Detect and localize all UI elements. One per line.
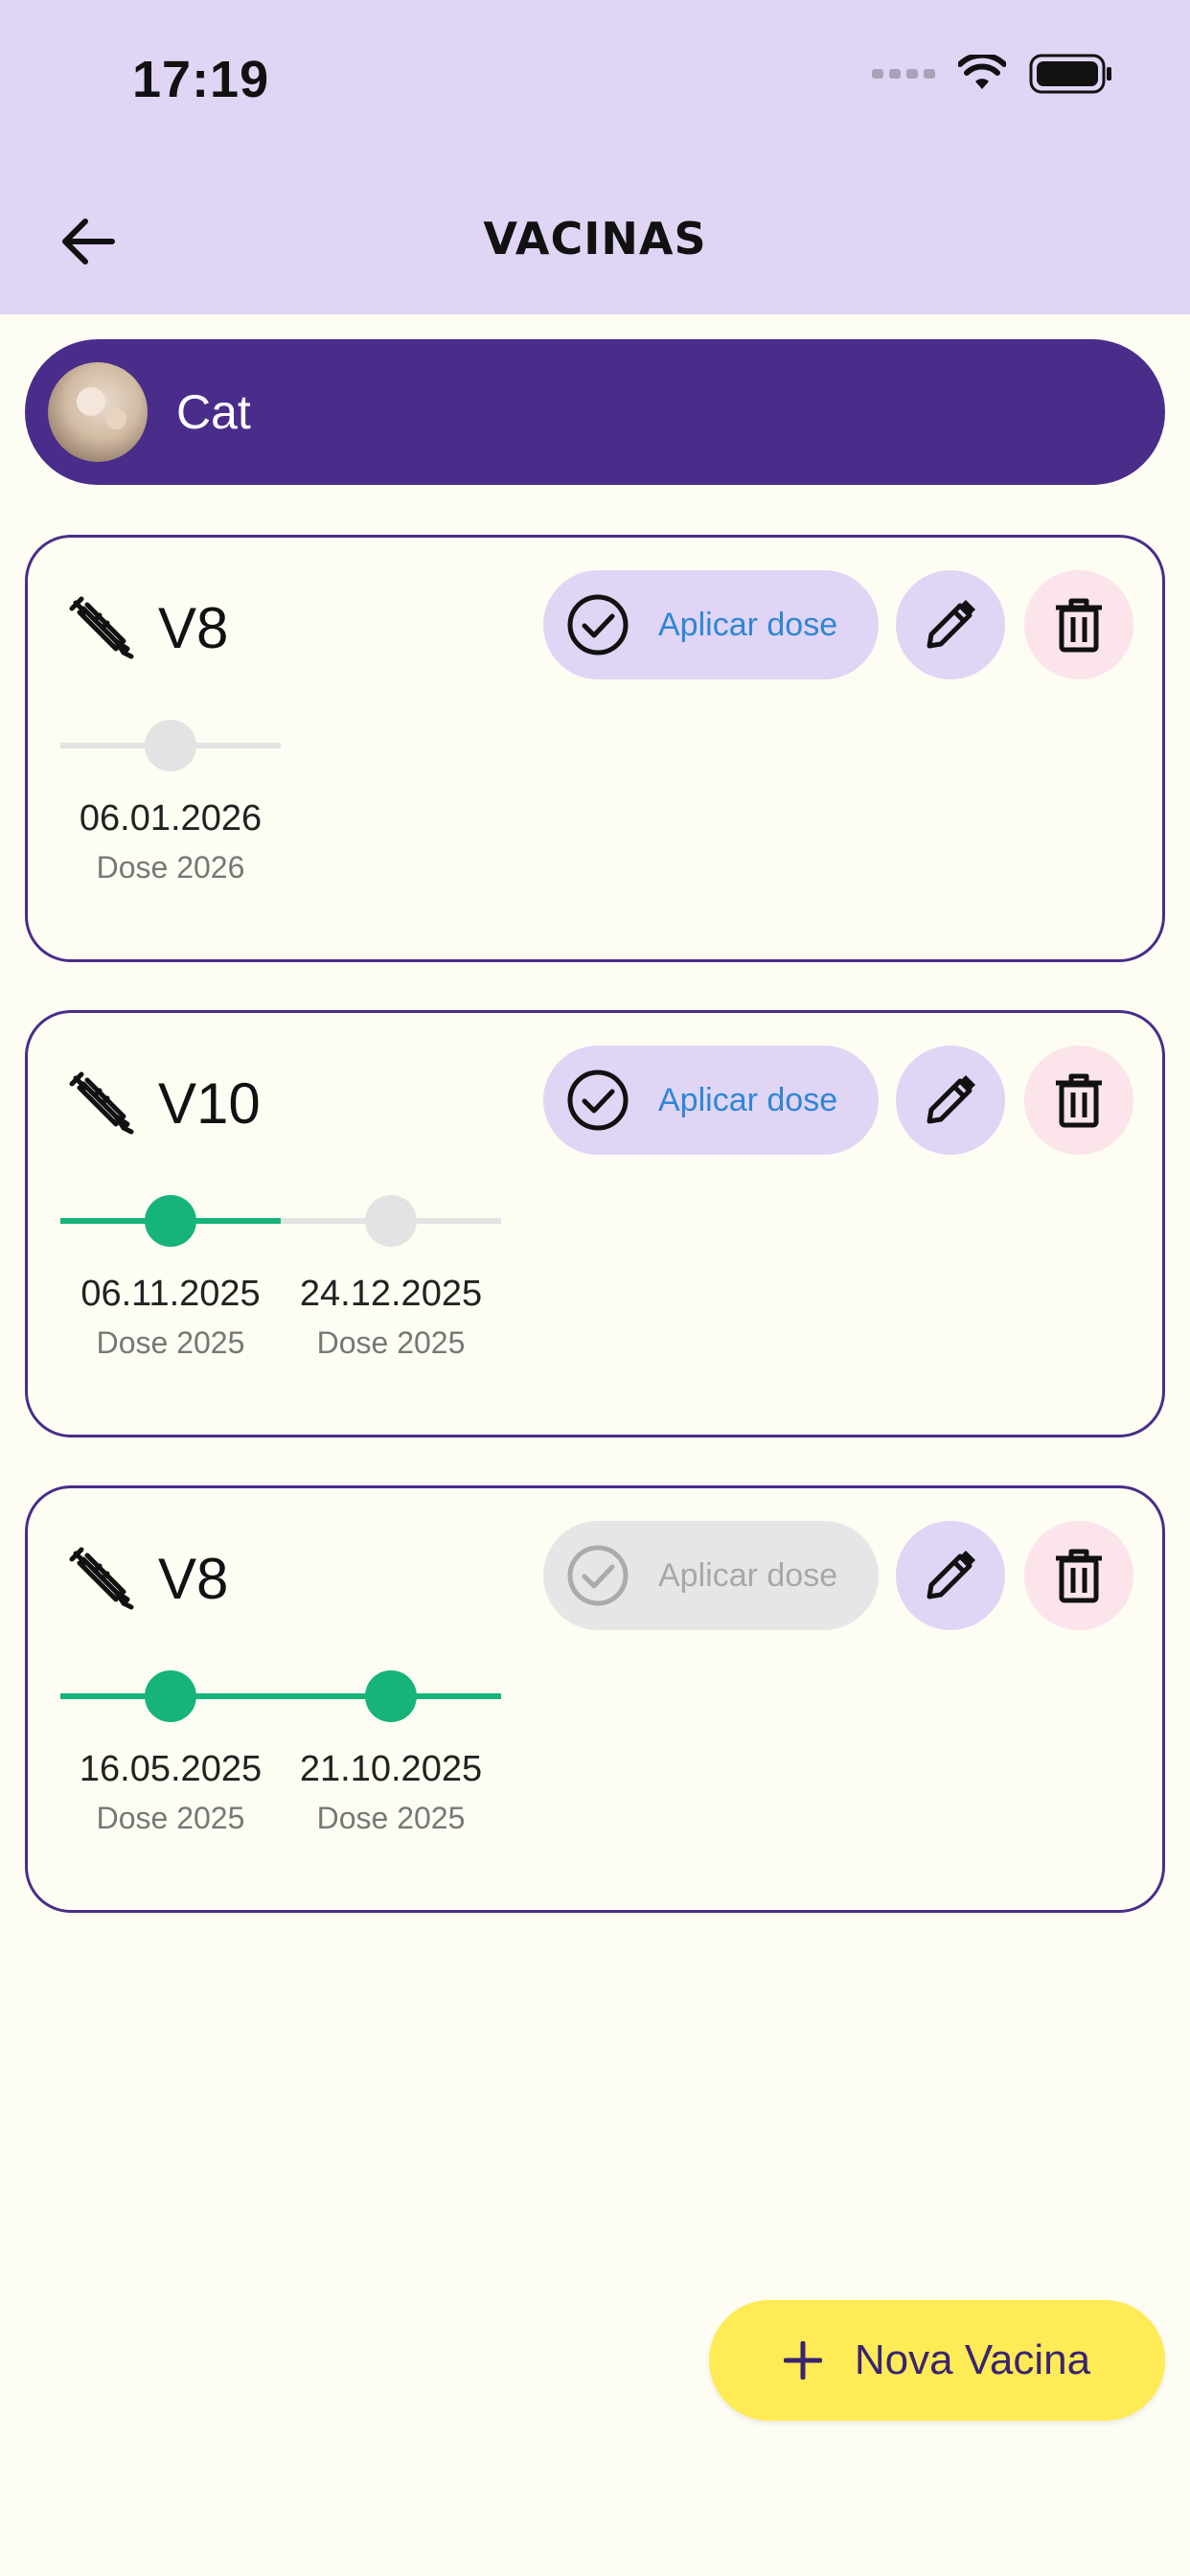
wifi-icon	[958, 55, 1006, 89]
vaccine-name: V8	[158, 1547, 229, 1611]
trash-icon	[1056, 1549, 1102, 1603]
new-vaccine-label: Nova Vacina	[854, 2336, 1091, 2383]
pet-selector[interactable]: Cat	[25, 339, 1165, 485]
vaccine-card: V8 Aplicar dose	[25, 535, 1165, 962]
page-title: VACINAS	[483, 213, 707, 264]
app-bar: 17:19 VACINAS	[0, 0, 1190, 314]
apply-dose-label: Aplicar dose	[658, 1081, 838, 1118]
pencil-icon	[927, 600, 975, 649]
trash-icon	[1056, 598, 1102, 653]
battery-icon	[1029, 54, 1111, 94]
dose-label: Dose 2026	[96, 850, 245, 885]
dose-timeline: 06.01.2026 Dose 2026	[28, 720, 1162, 934]
check-circle-icon	[567, 594, 629, 656]
dose-label: Dose 2025	[96, 1801, 245, 1835]
plus-icon	[783, 2341, 822, 2380]
dose-date: 21.10.2025	[299, 1749, 483, 1789]
new-vaccine-button[interactable]: Nova Vacina	[709, 2300, 1165, 2421]
dose-date: 06.11.2025	[80, 1274, 261, 1314]
dose-date: 24.12.2025	[299, 1274, 483, 1314]
syringe-icon	[69, 1547, 134, 1610]
status-icons	[872, 54, 1113, 94]
status-time: 17:19	[132, 51, 270, 108]
vaccine-card-header: V8 Aplicar dose	[28, 1488, 1162, 1665]
pencil-icon	[927, 1075, 975, 1124]
dose-label: Dose 2025	[316, 1325, 466, 1360]
edit-button[interactable]	[896, 1521, 1005, 1630]
dose-dot-applied	[145, 1195, 196, 1247]
apply-dose-label: Aplicar dose	[658, 606, 838, 643]
apply-dose-button-disabled: Aplicar dose	[543, 1521, 879, 1630]
apply-dose-button[interactable]: Aplicar dose	[543, 1046, 879, 1155]
pencil-icon	[927, 1551, 975, 1599]
pet-avatar	[48, 362, 148, 462]
delete-button[interactable]	[1024, 1521, 1133, 1630]
dose-dot-pending	[145, 720, 196, 771]
cellular-signal-icon	[872, 69, 935, 79]
vaccine-name: V8	[158, 596, 229, 660]
edit-button[interactable]	[896, 570, 1005, 679]
apply-dose-label: Aplicar dose	[658, 1556, 838, 1594]
vaccine-card-header: V10 Aplicar dose	[28, 1013, 1162, 1189]
vaccine-name: V10	[158, 1071, 261, 1136]
dose-date: 16.05.2025	[79, 1749, 263, 1789]
vaccine-card: V10 Aplicar dose 06.11.2025 Dose 2025 24…	[25, 1010, 1165, 1438]
screen: 17:19 VACINAS Cat V8 Aplicar dose 06.01.…	[0, 0, 1190, 2576]
edit-button[interactable]	[896, 1046, 1005, 1155]
pet-name: Cat	[176, 385, 251, 439]
check-circle-icon	[567, 1070, 629, 1131]
dose-dot-pending	[365, 1195, 417, 1247]
vaccine-card-header: V8 Aplicar dose	[28, 538, 1162, 714]
delete-button[interactable]	[1024, 570, 1133, 679]
syringe-icon	[69, 596, 134, 659]
trash-icon	[1056, 1073, 1102, 1128]
dose-timeline: 16.05.2025 Dose 2025 21.10.2025 Dose 202…	[28, 1670, 1162, 1885]
dose-date: 06.01.2026	[79, 798, 263, 839]
dose-dot-applied	[365, 1670, 417, 1722]
dose-label: Dose 2025	[316, 1801, 466, 1835]
apply-dose-button[interactable]: Aplicar dose	[543, 570, 879, 679]
dose-timeline: 06.11.2025 Dose 2025 24.12.2025 Dose 202…	[28, 1195, 1162, 1410]
delete-button[interactable]	[1024, 1046, 1133, 1155]
dose-dot-applied	[145, 1670, 196, 1722]
syringe-icon	[69, 1071, 134, 1135]
check-circle-icon	[567, 1545, 629, 1606]
dose-label: Dose 2025	[96, 1325, 245, 1360]
vaccine-card: V8 Aplicar dose	[25, 1485, 1165, 1913]
